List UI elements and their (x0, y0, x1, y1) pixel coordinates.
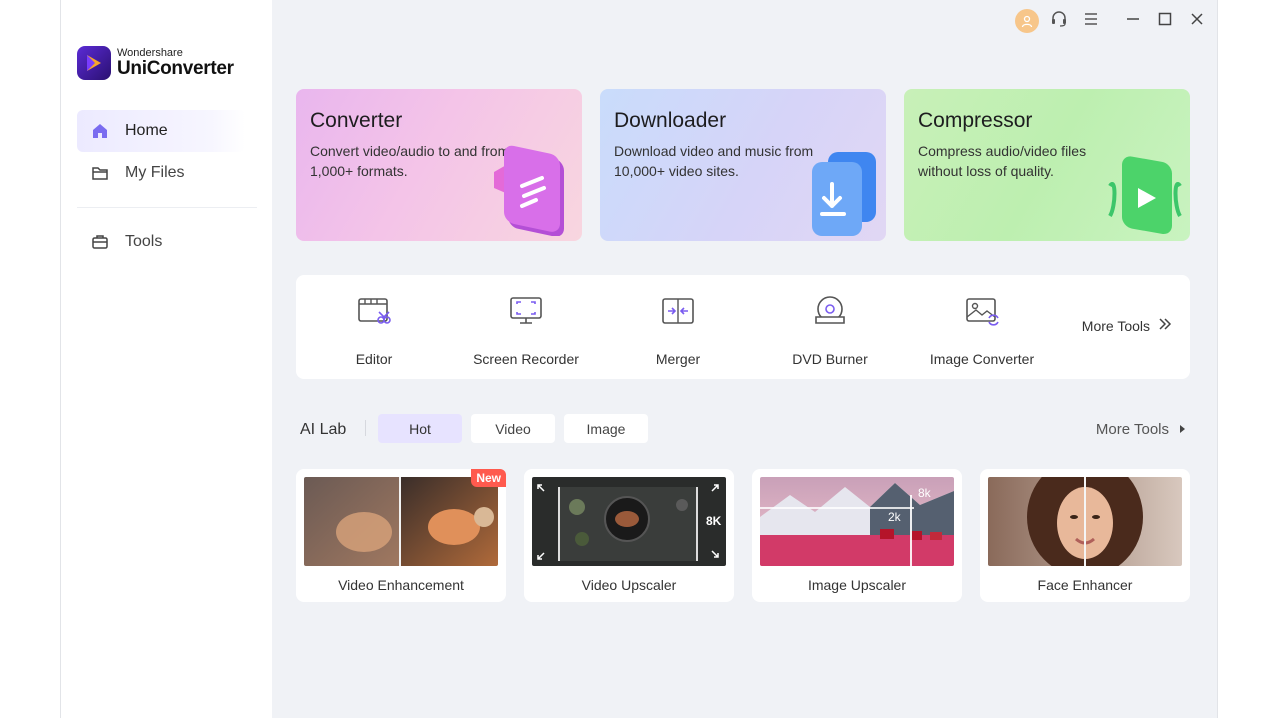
feature-title: Downloader (614, 109, 727, 132)
ai-card-label: Image Upscaler (807, 577, 907, 593)
headset-icon (1050, 10, 1068, 33)
sidebar-divider (77, 207, 257, 208)
sidebar-item-label: Tools (125, 233, 163, 250)
more-tools-label: More Tools (1081, 317, 1150, 334)
ai-card-video-upscaler[interactable]: 8K Video Upscaler (524, 469, 734, 602)
converter-icon (486, 144, 576, 241)
chevron-right-icon (1179, 421, 1187, 438)
ai-lab-divider (365, 420, 366, 436)
tool-screen-recorder[interactable]: Screen Recorder (456, 293, 596, 369)
tool-label: DVD Burner (792, 351, 868, 367)
toolbox-icon (91, 233, 109, 251)
screen-recorder-icon (508, 293, 544, 329)
compressor-card[interactable]: Compressor Compress audio/video files wi… (904, 89, 1190, 241)
avatar-icon (1015, 9, 1039, 33)
sidebar-item-label: My Files (125, 164, 185, 181)
feature-title: Converter (310, 109, 403, 132)
maximize-icon (1157, 11, 1173, 32)
ai-lab-more-tools-button[interactable]: More Tools (1096, 421, 1187, 438)
downloader-card[interactable]: Downloader Download video and music from… (600, 89, 886, 241)
dvd-burner-icon (812, 293, 848, 329)
more-tools-button[interactable]: More Tools (1082, 317, 1172, 334)
minimize-icon (1125, 11, 1141, 32)
ai-card-label: Video Enhancement (338, 577, 464, 593)
feature-description: Convert video/audio to and from 1,000+ f… (310, 143, 510, 179)
new-badge: New (471, 469, 506, 487)
sidebar: Wondershare UniConverter Home My Files T… (61, 0, 272, 718)
more-tools-label: More Tools (1095, 421, 1169, 438)
tool-label: Image Converter (929, 351, 1035, 367)
tool-label: Screen Recorder (473, 351, 579, 367)
sidebar-item-home[interactable]: Home (77, 110, 245, 152)
tool-editor[interactable]: Editor (304, 293, 444, 369)
feature-description: Compress audio/video files without loss … (918, 143, 1087, 179)
folder-icon (91, 164, 109, 182)
upscale-8k-overlay: 8K (706, 514, 722, 528)
title-bar (1011, 0, 1217, 42)
feature-title: Compressor (918, 109, 1033, 132)
tool-label: Merger (655, 351, 701, 367)
sidebar-item-tools[interactable]: Tools (77, 221, 245, 263)
minimize-button[interactable] (1117, 5, 1149, 37)
uniconverter-logo-icon (77, 46, 111, 80)
video-enhancement-thumbnail (304, 477, 498, 566)
ai-card-label: Video Upscaler (581, 577, 677, 593)
maximize-button[interactable] (1149, 5, 1181, 37)
app-logo: Wondershare UniConverter (77, 46, 234, 80)
quick-tools-panel: Editor Screen Recorder Merger DVD Burner… (296, 275, 1190, 379)
image-converter-icon (964, 293, 1000, 329)
ai-lab-title: AI Lab (300, 421, 347, 438)
editor-icon (356, 293, 392, 329)
app-window: Wondershare UniConverter Home My Files T… (60, 0, 1218, 718)
ai-card-label: Face Enhancer (1037, 577, 1133, 593)
tab-video[interactable]: Video (471, 414, 555, 443)
ai-card-image-upscaler[interactable]: 8k 2k Image Upscaler (752, 469, 962, 602)
tool-merger[interactable]: Merger (608, 293, 748, 369)
double-chevron-right-icon (1158, 317, 1172, 334)
downloader-icon (802, 146, 880, 241)
tab-hot[interactable]: Hot (378, 414, 462, 443)
account-button[interactable] (1011, 5, 1043, 37)
tool-image-converter[interactable]: Image Converter (912, 293, 1052, 369)
sidebar-item-my-files[interactable]: My Files (77, 152, 245, 194)
face-enhancer-thumbnail (988, 477, 1182, 566)
menu-button[interactable] (1075, 5, 1107, 37)
product-name: UniConverter (117, 58, 234, 79)
ai-card-face-enhancer[interactable]: Face Enhancer (980, 469, 1190, 602)
menu-icon (1083, 12, 1099, 31)
close-button[interactable] (1181, 5, 1213, 37)
converter-card[interactable]: Converter Convert video/audio to and fro… (296, 89, 582, 241)
image-upscaler-thumbnail: 8k 2k (760, 477, 954, 566)
support-button[interactable] (1043, 5, 1075, 37)
close-icon (1189, 11, 1205, 32)
tab-image[interactable]: Image (564, 414, 648, 443)
upscale-8k-overlay: 8k (918, 486, 932, 500)
feature-description: Download video and music from 10,000+ vi… (614, 143, 814, 179)
home-icon (91, 122, 109, 140)
compressor-icon (1106, 146, 1184, 241)
sidebar-item-label: Home (125, 122, 168, 139)
tool-dvd-burner[interactable]: DVD Burner (760, 293, 900, 369)
merger-icon (660, 293, 696, 329)
upscale-2k-overlay: 2k (888, 510, 902, 524)
ai-card-video-enhancement[interactable]: New Video Enhancement (296, 469, 506, 602)
video-upscaler-thumbnail: 8K (532, 477, 726, 566)
tool-label: Editor (355, 351, 393, 367)
